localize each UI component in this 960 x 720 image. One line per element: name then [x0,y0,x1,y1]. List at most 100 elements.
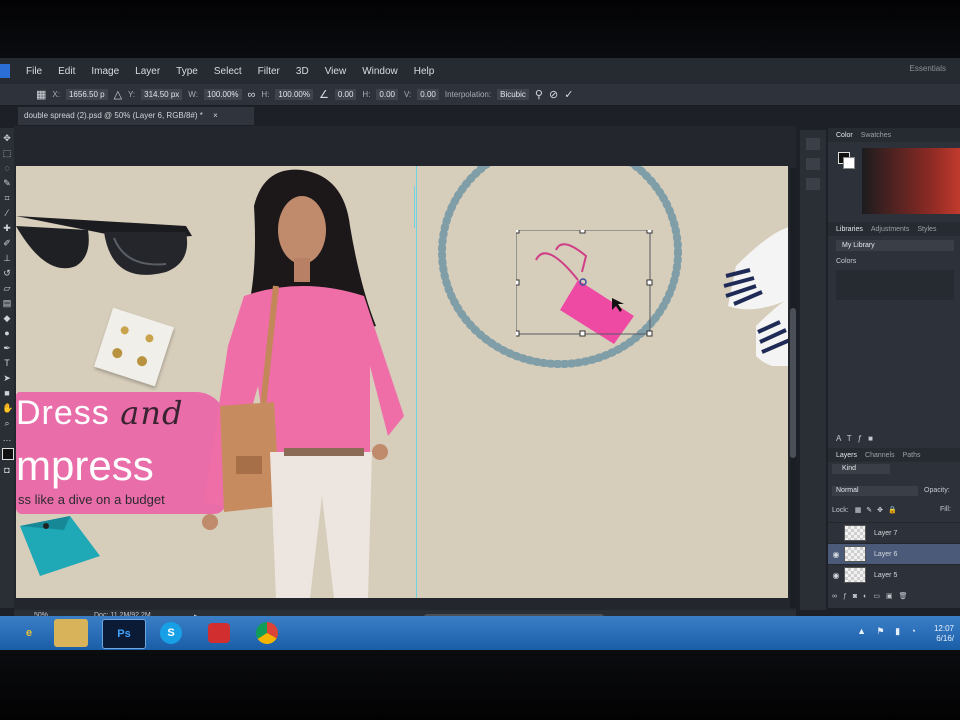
brush-tool-icon[interactable]: ✐ [2,238,12,248]
edit-toolbar-icon[interactable]: … [2,433,12,443]
menu-edit[interactable]: Edit [50,66,83,77]
vskew-field[interactable]: 0.00 [417,89,439,100]
chrome-icon[interactable] [246,619,288,647]
clock[interactable]: 12:07 6/16/ [934,624,954,644]
tab-channels[interactable]: Channels [865,452,895,459]
document-canvas[interactable]: Dress and mpress ss like a dive on a bud… [16,166,788,598]
menu-filter[interactable]: Filter [250,66,288,77]
properties-panel-icon[interactable] [806,158,820,170]
eraser-tool-icon[interactable]: ▱ [2,283,12,293]
eyedropper-tool-icon[interactable]: ⁄ [2,208,12,218]
vertical-scroll-thumb[interactable] [790,308,796,458]
menu-help[interactable]: Help [406,66,443,77]
workspace-switcher[interactable]: Essentials [910,64,946,73]
tab-libraries[interactable]: Libraries [836,226,863,233]
crop-tool-icon[interactable]: ⌗ [2,193,12,203]
tab-adjustments[interactable]: Adjustments [871,226,910,233]
menu-layer[interactable]: Layer [127,66,168,77]
pink-bag-layer[interactable] [516,230,656,350]
quick-select-tool-icon[interactable]: ✎ [2,178,12,188]
background-color-swatch[interactable] [843,157,855,169]
layer-row-7[interactable]: Layer 7 [828,522,960,543]
document-tab[interactable]: double spread (2).psd @ 50% (Layer 6, RG… [18,107,254,125]
color-spectrum[interactable] [862,148,960,214]
tab-color[interactable]: Color [836,132,853,139]
lasso-tool-icon[interactable]: ◌ [2,163,12,173]
y-field[interactable]: 314.50 px [141,89,183,100]
link-icon[interactable]: ∞ [248,89,256,101]
paragraph-icon[interactable]: T [847,434,858,443]
color-swatches-icon[interactable] [2,448,14,460]
interpolation-select[interactable]: Bicubic [497,89,529,100]
lock-icons[interactable]: ▦✎✥🔒 [855,507,902,514]
eye-icon[interactable]: ◉ [828,550,844,559]
gradient-tool-icon[interactable]: ▤ [2,298,12,308]
library-colors-area[interactable] [836,270,954,300]
vertical-guide[interactable] [416,166,417,598]
tab-paths[interactable]: Paths [903,452,921,459]
zoom-tool-icon[interactable]: ⌕ [2,418,12,428]
tab-layers[interactable]: Layers [836,452,857,459]
group-icon[interactable]: ▭ [873,593,886,600]
blur-tool-icon[interactable]: ◆ [2,313,12,323]
file-explorer-icon[interactable] [54,619,88,647]
character-icon[interactable]: A [836,434,847,443]
fill-label[interactable]: Fill: [940,506,951,513]
system-tray-icons[interactable]: ▲ ⚑ ▮ ◔ [857,626,920,637]
swatch-square-icon[interactable]: ■ [868,434,879,443]
skype-icon[interactable]: S [150,619,192,647]
path-select-tool-icon[interactable]: ➤ [2,373,12,383]
height-field[interactable]: 100.00% [275,89,313,100]
quick-mask-icon[interactable]: ◘ [2,465,12,475]
brush-panel-icon[interactable] [806,178,820,190]
layer-row-5[interactable]: ◉ Layer 5 [828,564,960,585]
dodge-tool-icon[interactable]: ● [2,328,12,338]
menu-type[interactable]: Type [168,66,206,77]
photoshop-icon[interactable]: Ps [102,619,146,649]
vskew-label: V: [404,90,412,99]
angle-field[interactable]: 0.00 [334,89,357,100]
tab-swatches[interactable]: Swatches [861,132,891,139]
layer-style-icon[interactable]: ƒ [843,593,853,600]
menu-window[interactable]: Window [354,66,406,77]
hskew-field[interactable]: 0.00 [376,89,398,100]
close-tab-icon[interactable]: × [213,111,218,120]
creative-cloud-icon[interactable] [198,619,240,647]
marquee-tool-icon[interactable]: ⬚ [2,148,12,158]
layer-row-6[interactable]: ◉ Layer 6 [828,543,960,564]
link-layers-icon[interactable]: ∞ [832,593,843,600]
move-tool-icon[interactable]: ✥ [2,133,12,143]
opacity-label[interactable]: Opacity: [924,487,950,494]
layer-filter-select[interactable]: Kind [832,464,890,474]
menu-file[interactable]: File [18,66,50,77]
adjustment-icon[interactable]: ◐ [863,593,873,600]
cancel-transform-icon[interactable]: ⊘ [549,88,558,101]
pen-tool-icon[interactable]: ✒ [2,343,12,353]
warp-icon[interactable]: ⚲ [535,88,543,101]
menu-3d[interactable]: 3D [288,66,317,77]
menu-select[interactable]: Select [206,66,250,77]
vertical-scrollbar[interactable] [790,168,796,608]
fx-icon[interactable]: ƒ [858,434,868,443]
library-select[interactable]: My Library [836,240,954,251]
history-brush-tool-icon[interactable]: ↺ [2,268,12,278]
healing-tool-icon[interactable]: ✚ [2,223,12,233]
new-layer-icon[interactable]: ▣ [886,593,899,600]
menu-image[interactable]: Image [83,66,127,77]
stamp-tool-icon[interactable]: ⊥ [2,253,12,263]
menu-view[interactable]: View [317,66,355,77]
internet-explorer-icon[interactable]: e [8,619,50,647]
reference-point-icon[interactable]: ▦ [36,88,46,101]
commit-transform-icon[interactable]: ✓ [564,88,573,101]
type-tool-icon[interactable]: T [2,358,12,368]
shape-tool-icon[interactable]: ■ [2,388,12,398]
delete-layer-icon[interactable]: 🗑 [899,593,914,600]
blend-mode-select[interactable]: Normal [832,486,918,496]
eye-icon[interactable]: ◉ [828,571,844,580]
history-panel-icon[interactable] [806,138,820,150]
x-field[interactable]: 1656.50 p [65,89,108,100]
hand-tool-icon[interactable]: ✋ [2,403,13,413]
tab-styles[interactable]: Styles [917,226,936,233]
width-field[interactable]: 100.00% [203,89,242,100]
mask-icon[interactable]: ◙ [853,593,863,600]
